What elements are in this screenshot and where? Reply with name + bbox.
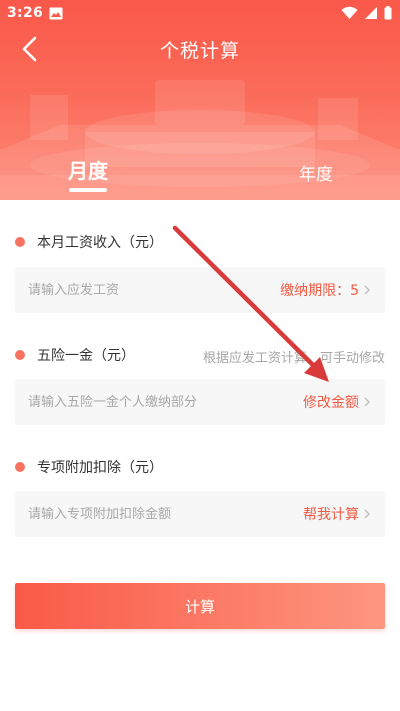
background-decoration [0,80,400,200]
bullet-dot [15,350,25,360]
cellular-signal-icon [365,7,377,19]
battery-icon [384,6,392,20]
page-title: 个税计算 [159,40,240,62]
modify-amount-text: 修改金额 [303,395,359,411]
chevron-right-icon [364,509,370,519]
modify-amount-button[interactable]: 修改金额 [303,379,371,425]
deduction-input-row: 帮我计算 [15,491,385,537]
help-calculate-text: 帮我计算 [303,507,359,523]
salary-label: 本月工资收入（元） [37,235,163,251]
insurance-input[interactable] [15,379,265,425]
status-icons [341,6,392,20]
status-bar: 3:26 [0,0,400,28]
image-notification-icon [49,7,63,20]
tab-monthly[interactable]: 月度 [66,155,110,184]
wifi-icon [341,6,358,19]
insurance-hint: 根据应发工资计算，可手动修改 [202,351,385,366]
insurance-label: 五险一金（元） [37,348,135,364]
bullet-dot [15,237,25,247]
deduction-input[interactable] [15,491,265,537]
bullet-dot [15,462,25,472]
deduction-label: 专项附加扣除（元） [37,460,163,476]
help-calculate-button[interactable]: 帮我计算 [303,491,371,537]
chevron-right-icon [364,285,370,295]
salary-input[interactable] [15,267,265,313]
header-banner: 3:26 个税计算 月度 年度 [0,0,400,200]
tab-yearly[interactable]: 年度 [296,160,336,185]
insurance-section-label: 五险一金（元） [15,344,135,366]
insurance-input-row: 修改金额 [15,379,385,425]
active-tab-indicator [69,188,107,192]
status-time: 3:26 [7,5,44,21]
salary-input-row: 缴纳期限：5 [15,267,385,313]
chevron-right-icon [364,397,370,407]
salary-section-label: 本月工资收入（元） [15,231,163,253]
payment-period-selector[interactable]: 缴纳期限：5 [280,267,371,313]
payment-period-text: 缴纳期限：5 [280,283,359,299]
calculate-button[interactable]: 计算 [15,583,385,629]
deduction-section-label: 专项附加扣除（元） [15,456,163,478]
